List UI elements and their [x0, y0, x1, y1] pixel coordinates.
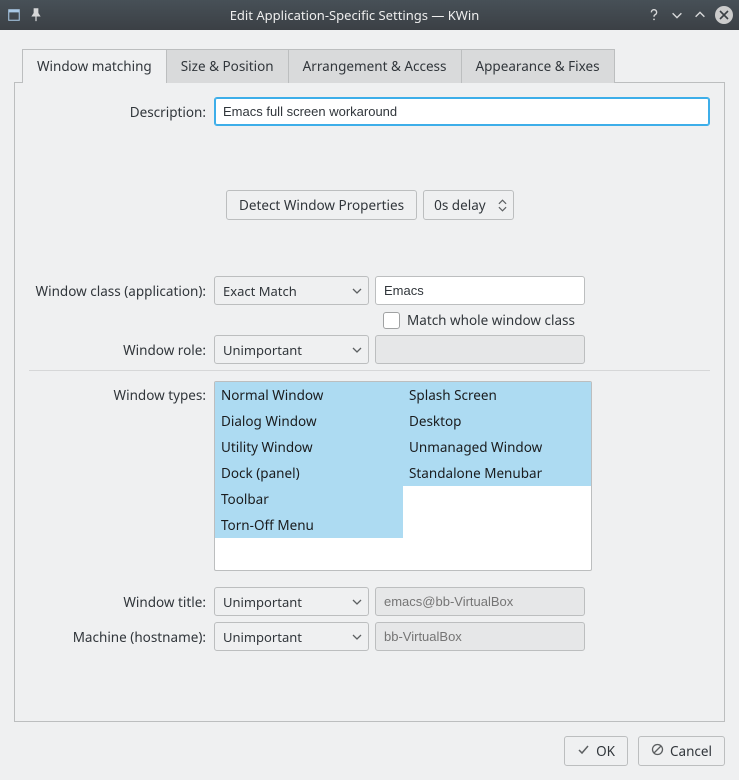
window-types-list[interactable]: Normal Window Dialog Window Utility Wind… — [214, 381, 592, 571]
class-match-combo[interactable]: Exact Match — [214, 276, 369, 305]
close-icon[interactable] — [715, 6, 733, 24]
tabbar: Window matching Size & Position Arrangem… — [22, 48, 725, 82]
match-whole-label: Match whole window class — [407, 311, 575, 329]
app-menu-icon[interactable] — [6, 7, 22, 23]
pin-icon[interactable] — [28, 7, 44, 23]
tab-arrangement-access[interactable]: Arrangement & Access — [288, 49, 462, 83]
cancel-label: Cancel — [670, 742, 712, 760]
list-item[interactable]: Unmanaged Window — [403, 434, 591, 460]
title-match-combo[interactable]: Unimportant — [214, 587, 369, 616]
label-window-title: Window title: — [29, 593, 214, 611]
label-description: Description: — [29, 103, 214, 121]
label-window-role: Window role: — [29, 341, 214, 359]
class-value-input[interactable] — [375, 276, 585, 305]
label-window-types: Window types: — [29, 381, 214, 404]
chevron-up-icon[interactable] — [498, 199, 507, 205]
detect-delay-spinbox[interactable]: 0s delay — [423, 190, 514, 220]
check-icon — [577, 742, 590, 760]
list-item[interactable]: Utility Window — [215, 434, 403, 460]
chevron-down-icon — [352, 288, 362, 294]
tab-panel: Description: Detect Window Properties 0s… — [14, 82, 725, 722]
chevron-down-icon — [352, 599, 362, 605]
title-value-input — [375, 587, 585, 616]
minimize-icon[interactable] — [669, 7, 685, 23]
cancel-button[interactable]: Cancel — [638, 736, 725, 766]
list-item[interactable]: Desktop — [403, 408, 591, 434]
separator — [29, 370, 710, 371]
list-item[interactable]: Dialog Window — [215, 408, 403, 434]
tab-window-matching[interactable]: Window matching — [22, 49, 167, 83]
list-item[interactable]: Toolbar — [215, 486, 403, 512]
label-machine: Machine (hostname): — [29, 628, 214, 646]
list-item[interactable]: Torn-Off Menu — [215, 512, 403, 538]
ok-label: OK — [596, 742, 615, 760]
titlebar: Edit Application-Specific Settings — KWi… — [0, 0, 739, 30]
match-whole-checkbox[interactable]: Match whole window class — [383, 311, 575, 329]
chevron-down-icon — [352, 634, 362, 640]
title-match-value: Unimportant — [223, 593, 302, 611]
list-item[interactable]: Splash Screen — [403, 382, 591, 408]
role-match-combo[interactable]: Unimportant — [214, 335, 369, 364]
list-item[interactable]: Standalone Menubar — [403, 460, 591, 486]
list-item[interactable]: Normal Window — [215, 382, 403, 408]
chevron-down-icon — [352, 347, 362, 353]
class-match-value: Exact Match — [223, 282, 297, 300]
list-item[interactable]: Dock (panel) — [215, 460, 403, 486]
description-input[interactable] — [214, 97, 710, 126]
tab-appearance-fixes[interactable]: Appearance & Fixes — [461, 49, 615, 83]
detect-properties-label: Detect Window Properties — [239, 196, 404, 214]
ok-button[interactable]: OK — [564, 736, 628, 766]
checkbox-box — [383, 312, 400, 329]
role-match-value: Unimportant — [223, 341, 302, 359]
machine-value-input — [375, 622, 585, 651]
tab-size-position[interactable]: Size & Position — [166, 49, 289, 83]
detect-properties-button[interactable]: Detect Window Properties — [226, 190, 417, 220]
help-icon[interactable] — [646, 7, 662, 23]
machine-match-combo[interactable]: Unimportant — [214, 622, 369, 651]
detect-delay-value: 0s delay — [434, 196, 486, 214]
window-title: Edit Application-Specific Settings — KWi… — [76, 6, 633, 24]
ban-icon — [651, 742, 664, 760]
chevron-down-icon[interactable] — [498, 206, 507, 212]
maximize-icon[interactable] — [692, 7, 708, 23]
machine-match-value: Unimportant — [223, 628, 302, 646]
label-window-class: Window class (application): — [29, 282, 214, 300]
role-value-input — [375, 335, 585, 364]
buttonbar: OK Cancel — [14, 722, 725, 766]
